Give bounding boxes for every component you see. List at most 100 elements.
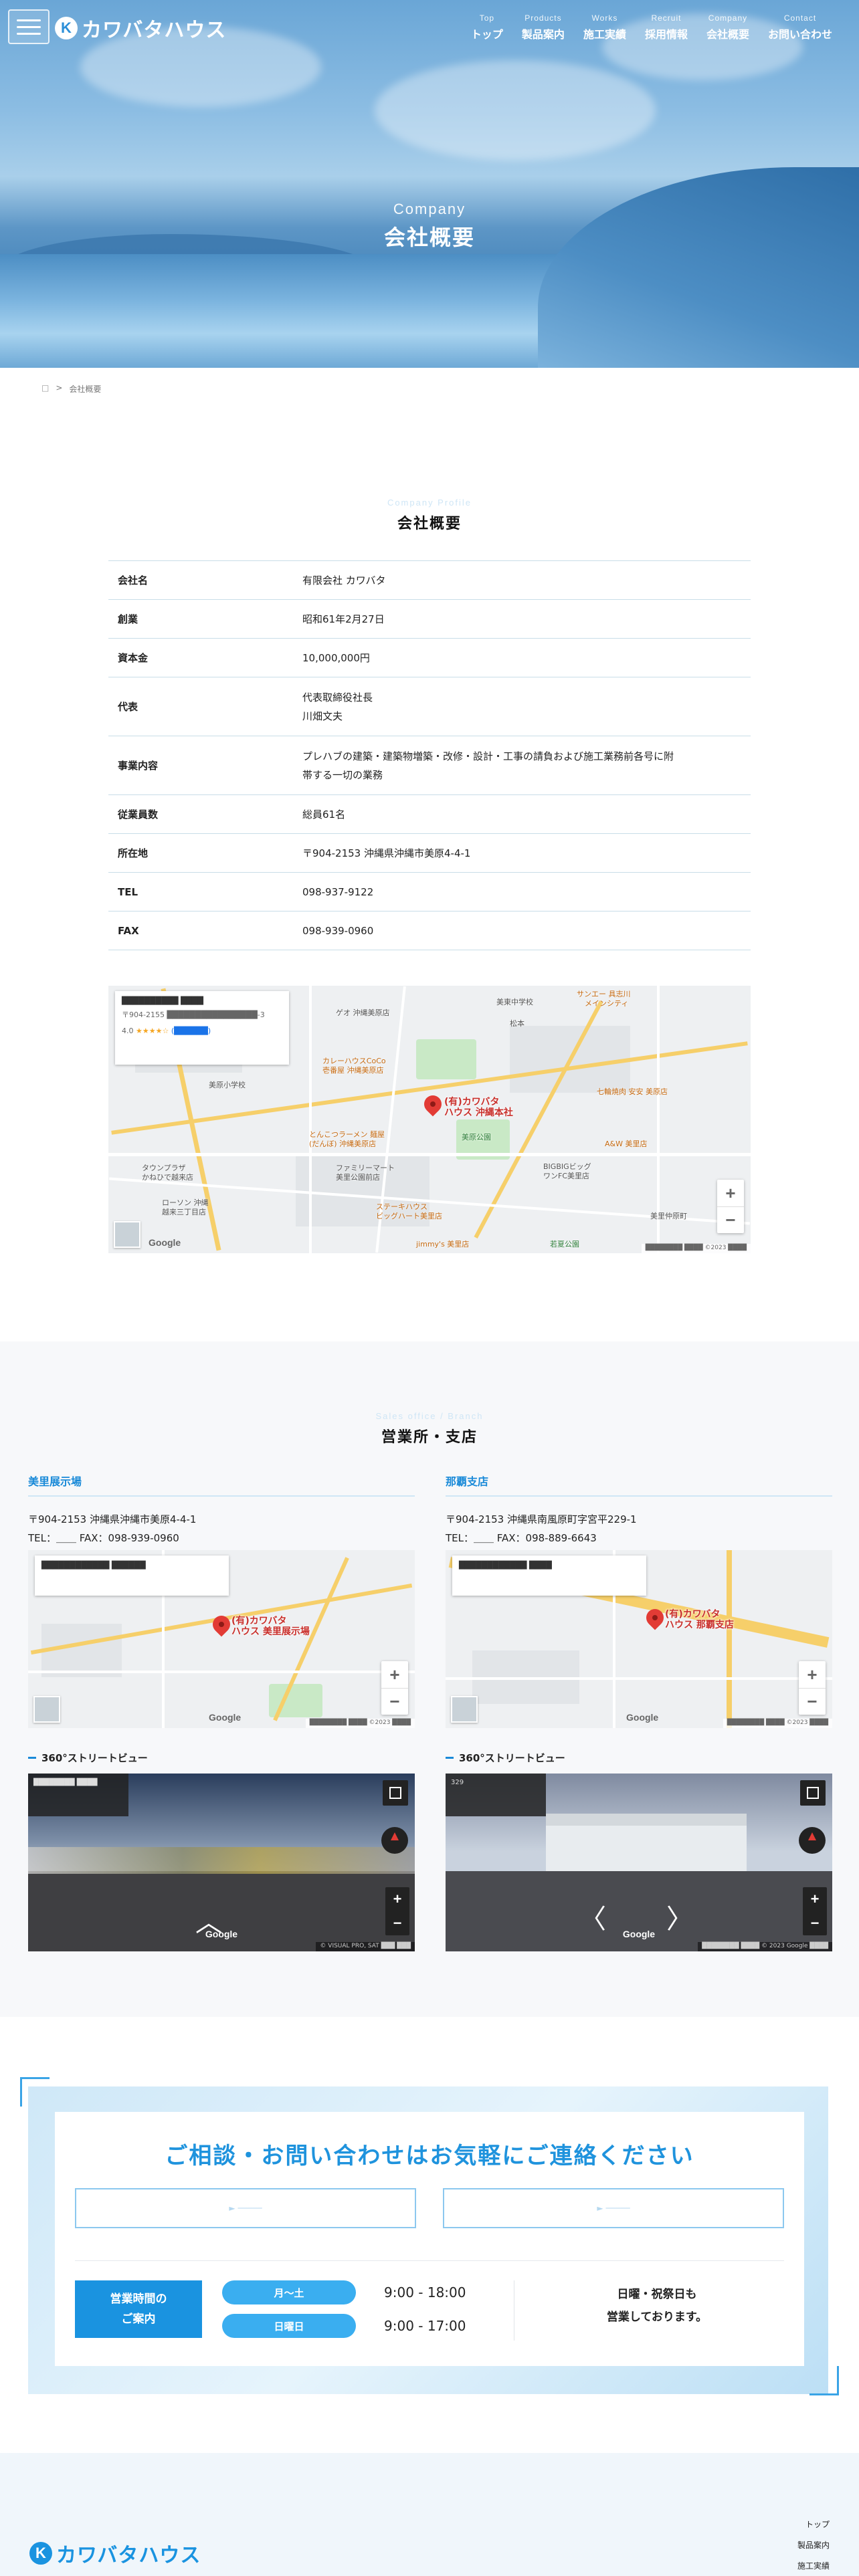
map-layer-toggle[interactable]: [33, 1696, 60, 1723]
profile-heading: Company Profile 会社概要: [0, 498, 859, 533]
page-title: Company 会社概要: [0, 201, 859, 251]
company-table: 会社名 有限会社 カワバタ 創業 昭和61年2月27日 資本金 10,000,000円…: [108, 560, 751, 950]
nav-jp: トップ: [470, 28, 503, 41]
hero-banner: K カワバタハウス Top トップ Products 製品案内 Works 施工実績 …: [0, 0, 859, 368]
google-logo: Google: [205, 1929, 238, 1939]
branch-address: 〒904-2153 沖縄県沖縄市美原4-4-1 TEL：＿＿ FAX：098-9…: [28, 1510, 415, 1547]
zoom-in-button[interactable]: +: [799, 1661, 826, 1688]
map-info-card[interactable]: ██████████ ████ 〒904-2155 ██████████████…: [115, 991, 289, 1065]
zoom-in-button[interactable]: +: [717, 1180, 744, 1206]
map-attribution: ████████ ████ ©2023 ████: [641, 1244, 751, 1253]
nav-en: Company: [708, 13, 748, 23]
nav-top[interactable]: Top トップ: [471, 13, 503, 41]
fullscreen-icon[interactable]: [800, 1780, 826, 1806]
branch-address-line: 〒904-2153 沖縄県沖縄市美原4-4-1: [28, 1513, 197, 1525]
page-title-en: Company: [393, 201, 466, 217]
branch-map-naha[interactable]: ████████████ ████ (有)カワバタ ハウス 那覇支店 + − G…: [446, 1550, 832, 1728]
nav-en: Products: [524, 13, 562, 23]
branch-misato: 美里展示場 〒904-2153 沖縄県沖縄市美原4-4-1 TEL：＿＿ FAX…: [28, 1473, 415, 1547]
compass-icon[interactable]: [799, 1827, 826, 1854]
hours-label-line: ご案内: [121, 2313, 156, 2326]
map-layer-toggle[interactable]: [451, 1696, 478, 1723]
map-pin-label: (有)カワバタ ハウス 美里展示場: [231, 1616, 310, 1637]
map-zoom-control: + −: [717, 1180, 744, 1233]
map-poi: jimmy's 美里店: [416, 1240, 470, 1249]
branch-map-misato[interactable]: ████████████ ██████ (有)カワバタ ハウス 美里展示場 + …: [28, 1550, 415, 1728]
contact-phone-button[interactable]: ► ─────: [75, 2188, 416, 2228]
branch-naha: 那覇支店 〒904-2153 沖縄県南風原町字宮平229-1 TEL：＿＿ FA…: [446, 1473, 832, 1547]
street-view-misato[interactable]: ████████ ████ + − ︿ Google © VISUAL PRO,…: [28, 1774, 415, 1951]
map-card-title: ████████████ ████: [459, 1561, 552, 1570]
fullscreen-icon[interactable]: [383, 1780, 408, 1806]
map-info-card[interactable]: ████████████ ██████: [35, 1555, 229, 1596]
map-pin-label: (有)カワバタ ハウス 那覇支店: [665, 1609, 734, 1630]
table-cell: 098-939-0960: [302, 924, 374, 937]
zoom-out-button[interactable]: −: [799, 1688, 826, 1715]
table-row: 代表 代表取締役社長 川畑文夫: [108, 677, 751, 736]
hamburger-menu-button[interactable]: [8, 9, 50, 44]
map-poi: 美里仲原町: [650, 1212, 687, 1220]
zoom-in-button[interactable]: +: [803, 1887, 827, 1911]
sv-info-panel: ████████ ████: [28, 1774, 128, 1816]
map-poi: (だんぼ) 沖縄美原店: [309, 1140, 377, 1148]
zoom-in-button[interactable]: +: [385, 1887, 409, 1911]
footer-nav: トップ 製品案内 施工実績: [797, 2518, 830, 2576]
nav-company[interactable]: Company 会社概要: [706, 13, 749, 41]
map-attribution: ████████ ████ ©2023 ████: [305, 1719, 415, 1728]
zoom-out-button[interactable]: −: [381, 1688, 408, 1715]
nav-recruit[interactable]: Recruit 採用情報: [645, 13, 688, 41]
footer-nav-products[interactable]: 製品案内: [797, 2539, 830, 2551]
location-pin-icon[interactable]: [420, 1091, 446, 1117]
review-count-link[interactable]: (██████): [171, 1027, 211, 1035]
road: [28, 1671, 415, 1673]
nav-jp: 製品案内: [521, 28, 565, 41]
map-info-card[interactable]: ████████████ ████: [452, 1555, 646, 1596]
table-row: 所在地 〒904-2153 沖縄県沖縄市美原4-4-1: [108, 834, 751, 873]
breadcrumb-separator: >: [56, 383, 63, 393]
zoom-out-button[interactable]: −: [717, 1206, 744, 1233]
zoom-in-button[interactable]: +: [381, 1661, 408, 1688]
table-row: FAX 098-939-0960: [108, 911, 751, 950]
road: [446, 1677, 832, 1680]
sv-buildings: [28, 1847, 415, 1874]
map-poi: 美東中学校: [496, 998, 533, 1006]
breadcrumb: □ > 会社概要: [41, 383, 101, 395]
headland: [538, 167, 859, 368]
nav-works[interactable]: Works 施工実績: [583, 13, 626, 41]
headquarters-map[interactable]: ██████████ ████ 〒904-2155 ██████████████…: [108, 986, 751, 1253]
rating-value: 4.0: [122, 1027, 134, 1035]
footer-logo[interactable]: K カワバタハウス: [29, 2539, 201, 2568]
table-cell-line: プレハブの建築・建築物増築・改修・設計・工事の請負および施工業務前各号に附: [302, 750, 674, 762]
logo-mark-icon: K: [55, 17, 78, 39]
contact-box: ご相談・お問い合わせはお気軽にご連絡ください ► ───── ► ───── 営…: [55, 2112, 804, 2366]
branches-section: Sales office / Branch 営業所・支店 美里展示場 〒904-…: [0, 1341, 859, 2017]
footer-nav-top[interactable]: トップ: [797, 2518, 830, 2530]
map-poi: 松本: [510, 1019, 524, 1028]
map-layer-toggle[interactable]: [114, 1221, 140, 1248]
nav-products[interactable]: Products 製品案内: [522, 13, 565, 41]
nav-en: Top: [479, 13, 495, 23]
footer-nav-works[interactable]: 施工実績: [797, 2560, 830, 2571]
profile-heading-en: Company Profile: [387, 498, 472, 508]
corner-decoration: [809, 2366, 839, 2395]
table-header-cell: 従業員数: [118, 809, 159, 821]
nav-contact[interactable]: Contact お問い合わせ: [768, 13, 832, 41]
rating-stars-icon: ★★★★☆: [136, 1027, 169, 1035]
google-logo: Google: [626, 1712, 659, 1723]
site-logo[interactable]: K カワバタハウス: [55, 13, 226, 43]
menu-line: [17, 25, 41, 28]
sv-building: [546, 1814, 747, 1874]
sv-attribution: © VISUAL PRO, SAT ███ ███: [316, 1942, 415, 1951]
table-header-cell: 所在地: [118, 847, 149, 859]
sv-ground: [446, 1871, 832, 1951]
street-view-naha[interactable]: 329 + − 〈 〉 Google ████████ ████ © 2023 …: [446, 1774, 832, 1951]
map-poi: 美里公園前店: [336, 1173, 380, 1182]
table-cell: 代表取締役社長 川畑文夫: [302, 688, 751, 726]
contact-form-button[interactable]: ► ─────: [443, 2188, 784, 2228]
map-poi: ワンFC美里店: [543, 1172, 590, 1180]
breadcrumb-home-icon[interactable]: □: [41, 383, 49, 395]
street-view-title: 360°ストリートビュー: [446, 1751, 565, 1765]
compass-icon[interactable]: [381, 1827, 408, 1854]
table-cell: 〒904-2153 沖縄県沖縄市美原4-4-1: [302, 847, 471, 859]
divider: [75, 2260, 784, 2261]
